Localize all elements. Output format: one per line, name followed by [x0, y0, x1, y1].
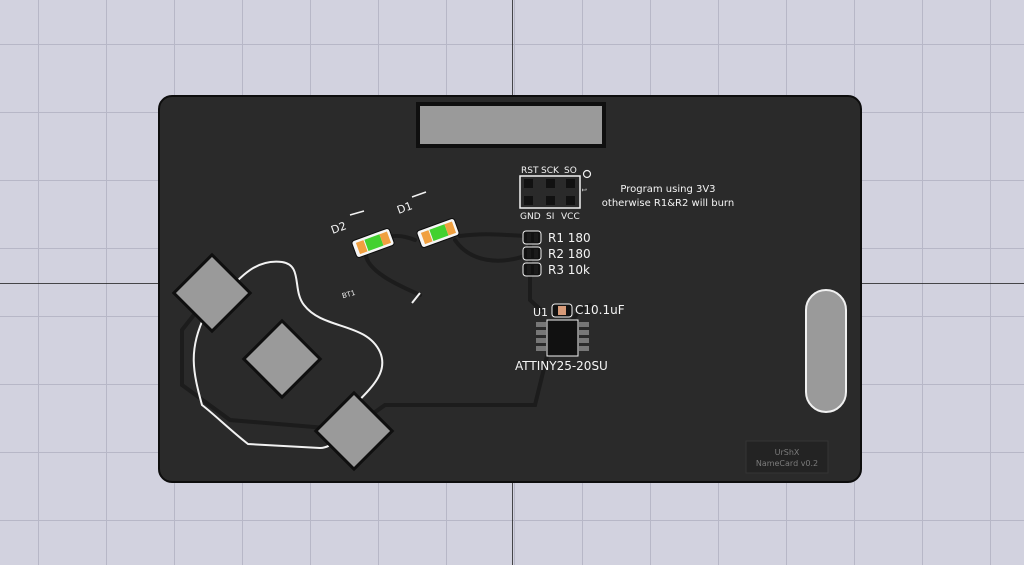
resistor-r1[interactable] — [522, 230, 542, 245]
battery-pad-1[interactable] — [171, 252, 253, 334]
header-label-si: SI — [546, 212, 554, 222]
header-pads[interactable] — [524, 179, 575, 205]
d1-label: D1 — [395, 199, 414, 217]
d1-symbol — [411, 191, 427, 198]
r3-label: R3 10k — [548, 263, 590, 277]
header-label-rst: RST — [521, 166, 539, 176]
pin1-marker: 1 — [580, 188, 587, 192]
u1-label: U1 — [533, 306, 548, 319]
header-label-so: SO — [564, 166, 577, 176]
lanyard-slot[interactable] — [805, 289, 847, 413]
bt1-label: BT1 — [341, 289, 356, 300]
led-d1[interactable] — [416, 218, 460, 249]
attiny-chip[interactable] — [536, 319, 589, 357]
d2-symbol — [349, 210, 365, 216]
version-tag-line-1: UrShX — [775, 448, 800, 457]
header-label-gnd: GND — [520, 212, 541, 222]
note-line-1: Program using 3V3 — [620, 184, 715, 195]
r2-label: R2 180 — [548, 247, 591, 261]
pcb-drawing[interactable]: BT1 D2 D1 RST SCK SO 1 GND SI VCC Progra… — [0, 0, 1024, 565]
resistor-r3[interactable] — [522, 262, 542, 277]
header-label-vcc: VCC — [561, 212, 580, 222]
capacitor-c1[interactable] — [551, 303, 573, 318]
battery-pad-2[interactable] — [313, 390, 395, 472]
header-label-sck: SCK — [541, 166, 560, 176]
top-edge-pad[interactable] — [416, 102, 606, 148]
led-d2[interactable] — [351, 228, 395, 259]
resistor-r2[interactable] — [522, 246, 542, 261]
version-tag-line-2: NameCard v0.2 — [756, 459, 818, 468]
pin1-dot — [582, 169, 592, 179]
note-line-2: otherwise R1&R2 will burn — [602, 198, 734, 209]
battery-pad-center[interactable] — [241, 318, 323, 400]
c1-label: C10.1uF — [575, 303, 625, 317]
version-tag-box — [745, 440, 829, 474]
attiny-label: ATTINY25-20SU — [515, 359, 608, 373]
r1-label: R1 180 — [548, 231, 591, 245]
d2-label: D2 — [329, 219, 348, 237]
